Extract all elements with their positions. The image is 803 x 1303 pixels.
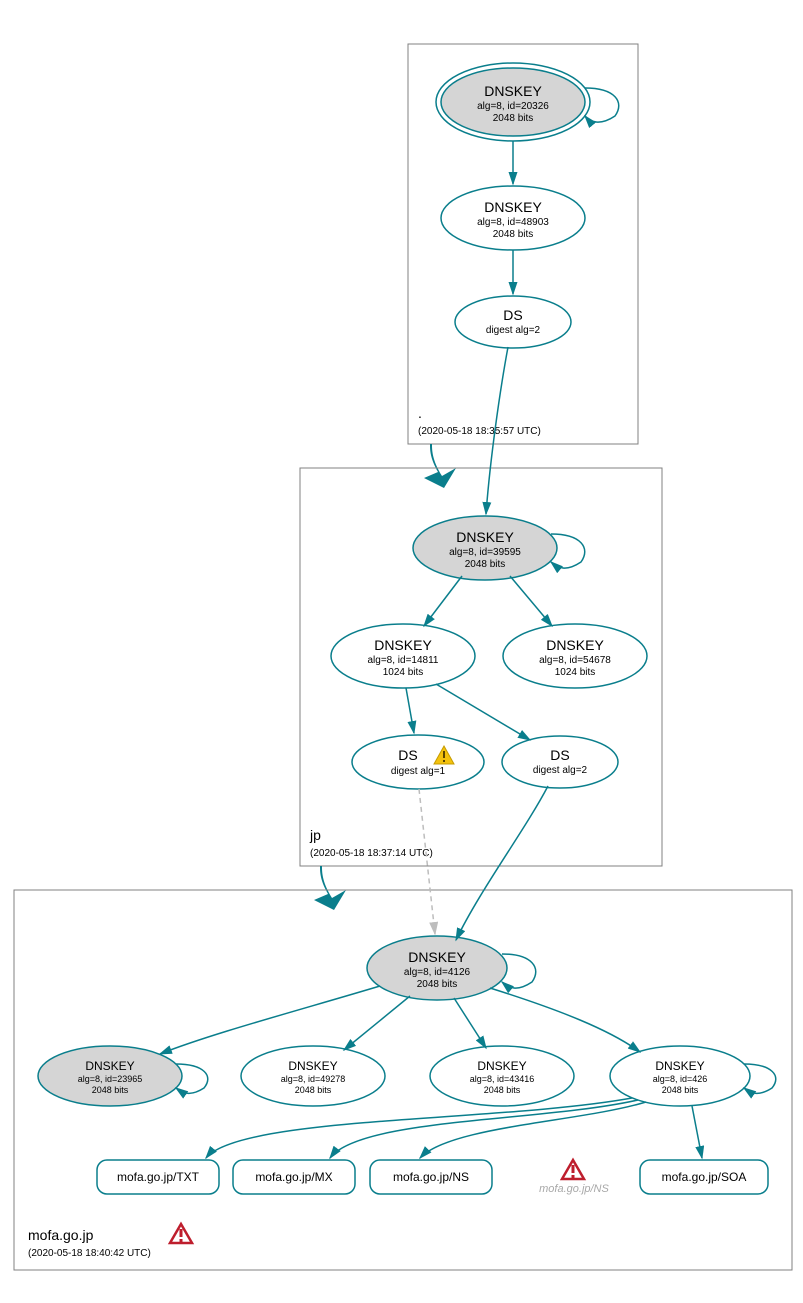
node-root-ds[interactable]: DS digest alg=2 <box>455 296 571 348</box>
svg-text:digest alg=1: digest alg=1 <box>391 766 446 777</box>
zone-arrow-jp-mofa <box>314 866 346 910</box>
node-rr-ns[interactable]: mofa.go.jp/NS <box>370 1160 492 1194</box>
svg-text:2048 bits: 2048 bits <box>465 559 506 570</box>
svg-text:alg=8, id=39595: alg=8, id=39595 <box>449 547 521 558</box>
error-icon <box>562 1160 584 1179</box>
node-rr-txt[interactable]: mofa.go.jp/TXT <box>97 1160 219 1194</box>
node-mofa-ksk[interactable]: DNSKEY alg=8, id=4126 2048 bits <box>367 936 507 1000</box>
node-root-ksk[interactable]: DNSKEY alg=8, id=20326 2048 bits <box>436 63 590 141</box>
svg-text:alg=8, id=426: alg=8, id=426 <box>653 1074 708 1084</box>
svg-text:alg=8, id=49278: alg=8, id=49278 <box>281 1074 346 1084</box>
svg-text:mofa.go.jp/NS: mofa.go.jp/NS <box>539 1183 609 1195</box>
edge-mofa-ksk-k1 <box>160 986 380 1054</box>
svg-text:1024 bits: 1024 bits <box>555 667 596 678</box>
zone-time-jp: (2020-05-18 18:37:14 UTC) <box>310 848 433 859</box>
node-rr-mx[interactable]: mofa.go.jp/MX <box>233 1160 355 1194</box>
svg-text:digest alg=2: digest alg=2 <box>533 765 588 776</box>
edge-jp-zsk1-ds1 <box>406 688 414 733</box>
node-mofa-k4[interactable]: DNSKEY alg=8, id=426 2048 bits <box>610 1046 750 1106</box>
svg-text:alg=8, id=20326: alg=8, id=20326 <box>477 101 549 112</box>
node-jp-zsk2[interactable]: DNSKEY alg=8, id=54678 1024 bits <box>503 624 647 688</box>
svg-text:2048 bits: 2048 bits <box>417 979 458 990</box>
svg-text:alg=8, id=54678: alg=8, id=54678 <box>539 655 611 666</box>
svg-text:DNSKEY: DNSKEY <box>484 83 542 99</box>
zone-time-mofa: (2020-05-18 18:40:42 UTC) <box>28 1248 151 1259</box>
edge-jp-ds2-mofa-ksk <box>456 786 548 940</box>
svg-text:2048 bits: 2048 bits <box>92 1085 129 1095</box>
zone-label-jp: jp <box>309 827 321 843</box>
node-root-zsk[interactable]: DNSKEY alg=8, id=48903 2048 bits <box>441 186 585 250</box>
edge-jp-zsk1-ds2 <box>436 684 530 740</box>
svg-text:DNSKEY: DNSKEY <box>408 949 466 965</box>
node-jp-ds1[interactable]: DS digest alg=1 <box>352 735 484 789</box>
node-jp-ksk[interactable]: DNSKEY alg=8, id=39595 2048 bits <box>413 516 557 580</box>
svg-text:DNSKEY: DNSKEY <box>288 1059 337 1073</box>
node-mofa-k1[interactable]: DNSKEY alg=8, id=23965 2048 bits <box>38 1046 182 1106</box>
svg-text:DNSKEY: DNSKEY <box>484 199 542 215</box>
svg-text:DS: DS <box>503 307 522 323</box>
svg-text:2048 bits: 2048 bits <box>493 113 534 124</box>
zone-label-mofa: mofa.go.jp <box>28 1227 94 1243</box>
zone-arrow-root-jp <box>424 444 456 488</box>
svg-text:alg=8, id=14811: alg=8, id=14811 <box>368 655 439 666</box>
svg-text:digest alg=2: digest alg=2 <box>486 325 541 336</box>
node-jp-ds2[interactable]: DS digest alg=2 <box>502 736 618 788</box>
edge-mofa-ksk-k2 <box>344 996 410 1050</box>
svg-text:DNSKEY: DNSKEY <box>546 637 604 653</box>
svg-text:DNSKEY: DNSKEY <box>655 1059 704 1073</box>
edge-jp-ksk-zsk2 <box>510 576 552 626</box>
svg-text:mofa.go.jp/MX: mofa.go.jp/MX <box>255 1170 332 1184</box>
svg-text:DNSKEY: DNSKEY <box>456 529 514 545</box>
dnssec-graph: . (2020-05-18 18:35:57 UTC) DNSKEY alg=8… <box>0 0 803 1303</box>
node-mofa-k3[interactable]: DNSKEY alg=8, id=43416 2048 bits <box>430 1046 574 1106</box>
zone-time-root: (2020-05-18 18:35:57 UTC) <box>418 426 541 437</box>
svg-text:mofa.go.jp/SOA: mofa.go.jp/SOA <box>662 1170 747 1184</box>
edge-mofa-k4-soa <box>692 1106 702 1158</box>
svg-text:alg=8, id=4126: alg=8, id=4126 <box>404 967 471 978</box>
node-mofa-k2[interactable]: DNSKEY alg=8, id=49278 2048 bits <box>241 1046 385 1106</box>
zone-label-root: . <box>418 405 422 421</box>
node-jp-zsk1[interactable]: DNSKEY alg=8, id=14811 1024 bits <box>331 624 475 688</box>
edge-jp-ds1-mofa-ksk <box>419 789 435 934</box>
svg-text:2048 bits: 2048 bits <box>484 1085 521 1095</box>
edge-jp-ksk-zsk1 <box>424 576 462 626</box>
svg-text:DNSKEY: DNSKEY <box>85 1059 134 1073</box>
svg-text:2048 bits: 2048 bits <box>662 1085 699 1095</box>
svg-text:1024 bits: 1024 bits <box>383 667 424 678</box>
svg-text:mofa.go.jp/NS: mofa.go.jp/NS <box>393 1170 469 1184</box>
svg-text:alg=8, id=43416: alg=8, id=43416 <box>470 1074 535 1084</box>
svg-text:DNSKEY: DNSKEY <box>477 1059 526 1073</box>
node-rr-ns2[interactable]: mofa.go.jp/NS <box>539 1160 609 1195</box>
error-icon <box>170 1224 192 1243</box>
svg-text:DS: DS <box>550 747 569 763</box>
edge-mofa-ksk-k3 <box>454 998 486 1048</box>
svg-text:2048 bits: 2048 bits <box>295 1085 332 1095</box>
svg-text:DS: DS <box>398 747 417 763</box>
edge-mofa-k4-mx <box>330 1100 638 1158</box>
svg-text:mofa.go.jp/TXT: mofa.go.jp/TXT <box>117 1170 200 1184</box>
node-rr-soa[interactable]: mofa.go.jp/SOA <box>640 1160 768 1194</box>
svg-text:alg=8, id=23965: alg=8, id=23965 <box>78 1074 143 1084</box>
edge-mofa-ksk-k4 <box>490 988 640 1052</box>
svg-text:2048 bits: 2048 bits <box>493 229 534 240</box>
svg-text:alg=8, id=48903: alg=8, id=48903 <box>477 217 549 228</box>
svg-text:DNSKEY: DNSKEY <box>374 637 432 653</box>
